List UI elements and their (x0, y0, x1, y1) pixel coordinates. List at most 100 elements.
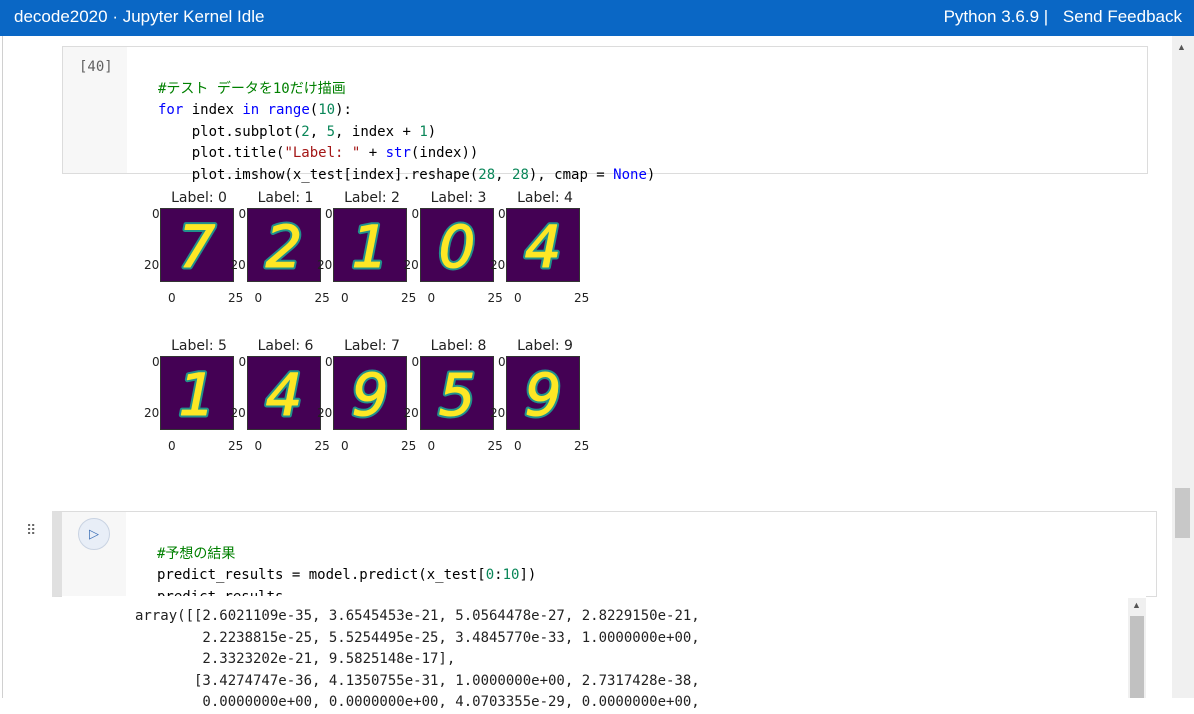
digit-glyph: 22 (263, 211, 305, 284)
code-line: for index in range(10): (158, 102, 352, 118)
page-border (2, 36, 3, 698)
y-tick-label: 20 (403, 258, 419, 272)
code-line: plot.title("Label: " + str(index)) (158, 145, 479, 161)
digit-glyph: 44 (522, 211, 564, 284)
code-line: plot.imshow(x_test[index].reshape(28, 28… (158, 166, 656, 183)
code-cell-1[interactable]: [40] #テスト データを10だけ描画 for index in range(… (62, 46, 1148, 183)
subplot-8: Label: 8 5 5 0 20 0 25 (404, 338, 503, 468)
digit-glyph: 11 (349, 211, 391, 284)
run-cell-button[interactable]: ▷ (78, 518, 110, 550)
x-tick-label: 25 (574, 291, 590, 305)
digit-image: 55 (419, 356, 494, 432)
subplot-4: Label: 4 4 4 0 20 0 25 (490, 190, 590, 320)
output-line: 0.0000000e+00, 0.0000000e+00, 4.0703355e… (135, 694, 700, 710)
y-tick-label: 0 (498, 355, 506, 369)
output-figure: Label: 0 7 7 0 20 0 25 Label: 1 2 2 0 20 0 25 Label: 2… (144, 190, 608, 460)
digit-image: 22 (246, 208, 321, 284)
y-tick-label: 20 (403, 406, 419, 420)
digit-stroke: 4 (525, 213, 562, 281)
y-tick-label: 20 (230, 258, 246, 272)
y-tick-label: 0 (498, 207, 506, 221)
output-line: [3.4274747e-36, 4.1350755e-31, 1.0000000… (135, 672, 700, 689)
page-scrollbar-thumb[interactable] (1175, 488, 1190, 538)
digit-image: 77 (160, 208, 234, 284)
subplot-9: Label: 9 9 9 0 20 0 25 (490, 338, 589, 468)
subplot-title: Label: 2 (344, 190, 400, 206)
y-tick-label: 20 (230, 406, 246, 420)
subplot-title: Label: 1 (257, 190, 314, 206)
subplot-title: Label: 3 (430, 190, 487, 206)
x-tick-label: 0 (254, 439, 263, 453)
send-feedback-link[interactable]: Send Feedback (1063, 7, 1182, 26)
x-tick-label: 0 (427, 291, 436, 305)
page-scrollbar[interactable]: ▲ (1172, 36, 1194, 698)
digit-stroke: 4 (265, 361, 302, 429)
scroll-up-arrow-icon[interactable]: ▲ (1132, 600, 1141, 610)
digit-glyph: 99 (349, 359, 391, 432)
x-tick-label: 0 (341, 291, 349, 305)
y-tick-label: 20 (490, 258, 506, 272)
digit-glyph: 44 (263, 359, 305, 432)
y-tick-label: 20 (144, 258, 160, 272)
x-tick-label: 0 (168, 439, 176, 453)
code-editor-1[interactable]: #テスト データを10だけ描画 for index in range(10): … (158, 57, 655, 186)
digit-stroke: 1 (352, 213, 389, 281)
digit-stroke: 9 (525, 361, 562, 429)
subplot-title: Label: 4 (517, 190, 573, 206)
code-line: predict_results = model.predict(x_test[0… (157, 567, 537, 583)
x-tick-label: 0 (254, 291, 263, 305)
y-tick-label: 0 (411, 355, 420, 369)
digit-image: 44 (506, 208, 580, 284)
notebook-title: decode2020 · Jupyter Kernel Idle (14, 7, 265, 26)
title-bar: decode2020 · Jupyter Kernel Idle Python … (0, 0, 1194, 36)
digit-glyph: 77 (176, 211, 218, 284)
title-bar-right: Python 3.6.9 | Send Feedback (944, 7, 1182, 27)
digit-glyph: 00 (436, 211, 478, 284)
x-tick-label: 0 (427, 439, 436, 453)
code-line: #テスト データを10だけ描画 (158, 80, 346, 97)
digit-stroke: 0 (438, 213, 475, 281)
digit-stroke: 5 (438, 361, 475, 429)
scroll-up-arrow-icon[interactable]: ▲ (1177, 42, 1186, 52)
digit-stroke: 7 (179, 213, 216, 281)
digit-stroke: 2 (265, 213, 302, 281)
digit-stroke: 1 (179, 361, 216, 429)
y-tick-label: 0 (238, 355, 247, 369)
subplot-5: Label: 5 1 1 0 20 0 25 (144, 338, 243, 468)
digit-stroke: 9 (352, 361, 389, 429)
code-cell-2[interactable]: #予想の結果 predict_results = model.predict(x… (52, 511, 1157, 605)
code-line: #予想の結果 (157, 545, 236, 562)
subplot-1: Label: 1 2 2 0 20 0 25 (231, 190, 330, 320)
y-tick-label: 0 (238, 207, 247, 221)
drag-handle-icon[interactable]: ⠿ (26, 522, 36, 539)
output-text: array([[2.6021109e-35, 3.6545453e-21, 5.… (135, 606, 700, 714)
y-tick-label: 0 (325, 207, 333, 221)
x-tick-label: 0 (514, 291, 522, 305)
subplot-title: Label: 6 (257, 338, 314, 354)
digit-image: 11 (160, 356, 234, 432)
output-line: 2.2238815e-25, 5.5254495e-25, 3.4845770e… (135, 629, 700, 646)
play-icon: ▷ (89, 526, 99, 541)
x-tick-label: 0 (341, 439, 349, 453)
digit-image: 11 (333, 208, 407, 284)
subplot-7: Label: 7 9 9 0 20 0 25 (317, 338, 416, 468)
subplot-6: Label: 6 4 4 0 20 0 25 (231, 338, 330, 468)
x-tick-label: 0 (514, 439, 522, 453)
code-line: plot.subplot(2, 5, index + 1) (158, 123, 437, 140)
y-tick-label: 0 (152, 207, 160, 221)
y-tick-label: 0 (325, 355, 333, 369)
y-tick-label: 0 (411, 207, 420, 221)
output-scrollbar-thumb[interactable] (1130, 616, 1144, 698)
runtime-label: Python 3.6.9 | (943, 7, 1049, 26)
digit-glyph: 11 (176, 359, 218, 432)
output-scrollbar[interactable]: ▲ (1128, 598, 1146, 698)
x-tick-label: 0 (168, 291, 176, 305)
subplot-title: Label: 5 (171, 338, 227, 354)
y-tick-label: 20 (317, 258, 333, 272)
output-line: 2.3323202e-21, 9.5825148e-17], (135, 651, 456, 667)
y-tick-label: 20 (144, 406, 160, 420)
subplot-title: Label: 7 (344, 338, 400, 354)
digit-glyph: 99 (522, 359, 564, 432)
subplot-2: Label: 2 1 1 0 20 0 25 (317, 190, 416, 320)
digit-image: 99 (333, 356, 407, 432)
